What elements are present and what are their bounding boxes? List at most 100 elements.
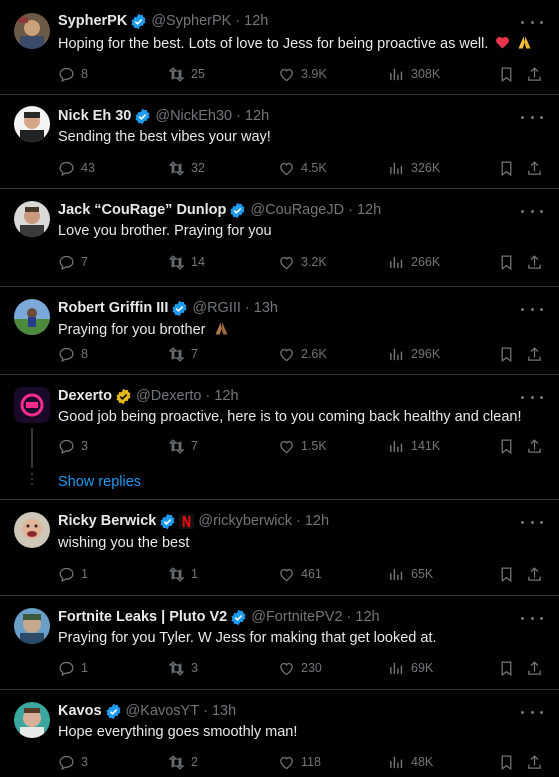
- bookmark-button[interactable]: [498, 64, 521, 84]
- show-replies-link[interactable]: Show replies: [58, 474, 141, 490]
- timestamp[interactable]: 12h: [245, 108, 269, 124]
- display-name[interactable]: Ricky Berwick: [58, 513, 156, 529]
- analytics-icon: [390, 662, 403, 674]
- reply-button[interactable]: 43: [58, 158, 95, 178]
- user-handle[interactable]: @NickEh30: [155, 108, 232, 124]
- timestamp[interactable]: 12h: [357, 202, 381, 218]
- display-name[interactable]: SypherPK: [58, 13, 127, 29]
- share-button[interactable]: [526, 564, 549, 584]
- share-button[interactable]: [526, 344, 549, 364]
- bookmark-button[interactable]: [498, 436, 521, 456]
- retweet-icon: [168, 660, 185, 676]
- like-button[interactable]: 461: [278, 564, 322, 584]
- display-name[interactable]: Jack “CouRage” Dunlop: [58, 202, 226, 218]
- avatar[interactable]: [14, 387, 50, 423]
- reply-tweet[interactable]: Jack “CouRage” Dunlop @CouRageJD · 12h L…: [0, 189, 559, 287]
- display-name[interactable]: Fortnite Leaks | Pluto V2: [58, 609, 227, 625]
- display-name[interactable]: Dexerto: [58, 388, 112, 404]
- retweet-button[interactable]: 2: [168, 752, 198, 772]
- reply-tweet[interactable]: Nick Eh 30 @NickEh30 · 12h Sending the b…: [0, 95, 559, 189]
- reply-tweet[interactable]: Kavos @KavosYT · 13h Hope everything goe…: [0, 690, 559, 776]
- timestamp[interactable]: 12h: [305, 513, 329, 529]
- user-handle[interactable]: @RGIII: [192, 300, 241, 316]
- reply-tweet[interactable]: Dexerto @Dexerto · 12h Good job being pr…: [0, 375, 559, 500]
- share-button[interactable]: [526, 436, 549, 456]
- bookmark-button[interactable]: [498, 658, 521, 678]
- avatar[interactable]: [14, 512, 50, 548]
- share-button[interactable]: [526, 752, 549, 772]
- like-button[interactable]: 3.2K: [278, 252, 327, 272]
- timestamp[interactable]: 13h: [254, 300, 278, 316]
- retweet-button[interactable]: 7: [168, 436, 198, 456]
- retweet-button[interactable]: 3: [168, 658, 198, 678]
- bookmark-button[interactable]: [498, 564, 521, 584]
- views-button[interactable]: 141K: [388, 436, 440, 456]
- like-button[interactable]: 118: [278, 752, 321, 772]
- like-button[interactable]: 1.5K: [278, 436, 327, 456]
- views-button[interactable]: 326K: [388, 158, 440, 178]
- more-options-icon[interactable]: [521, 204, 543, 218]
- like-button[interactable]: 2.6K: [278, 344, 327, 364]
- share-button[interactable]: [526, 158, 549, 178]
- reply-tweet[interactable]: Ricky Berwick @rickyberwick · 12h wishin…: [0, 500, 559, 596]
- reply-button[interactable]: 8: [58, 64, 88, 84]
- views-button[interactable]: 65K: [388, 564, 433, 584]
- more-options-icon[interactable]: [521, 110, 543, 124]
- reply-tweet[interactable]: Fortnite Leaks | Pluto V2 @FortnitePV2 ·…: [0, 596, 559, 690]
- share-button[interactable]: [526, 252, 549, 272]
- netflix-badge-icon[interactable]: [179, 513, 195, 529]
- user-handle[interactable]: @KavosYT: [126, 703, 200, 719]
- timestamp[interactable]: 12h: [214, 388, 238, 404]
- bookmark-button[interactable]: [498, 252, 521, 272]
- retweet-button[interactable]: 14: [168, 252, 205, 272]
- views-button[interactable]: 266K: [388, 252, 440, 272]
- avatar[interactable]: [14, 702, 50, 738]
- timestamp[interactable]: 13h: [212, 703, 236, 719]
- reply-tweet[interactable]: SypherPK @SypherPK · 12h Hoping for the …: [0, 0, 559, 95]
- display-name[interactable]: Kavos: [58, 703, 102, 719]
- retweet-button[interactable]: 1: [168, 564, 198, 584]
- views-button[interactable]: 308K: [388, 64, 440, 84]
- reply-button[interactable]: 3: [58, 752, 88, 772]
- user-handle[interactable]: @FortnitePV2: [251, 609, 342, 625]
- more-options-icon[interactable]: [521, 705, 543, 719]
- more-options-icon[interactable]: [521, 611, 543, 625]
- bookmark-button[interactable]: [498, 344, 521, 364]
- user-handle[interactable]: @Dexerto: [136, 388, 202, 404]
- avatar[interactable]: [14, 13, 50, 49]
- like-button[interactable]: 3.9K: [278, 64, 327, 84]
- views-button[interactable]: 48K: [388, 752, 433, 772]
- more-options-icon[interactable]: [521, 302, 543, 316]
- user-handle[interactable]: @CouRageJD: [250, 202, 344, 218]
- more-options-icon[interactable]: [521, 15, 543, 29]
- avatar[interactable]: [14, 201, 50, 237]
- reply-button[interactable]: 1: [58, 564, 88, 584]
- reply-button[interactable]: 7: [58, 252, 88, 272]
- share-button[interactable]: [526, 64, 549, 84]
- like-button[interactable]: 4.5K: [278, 158, 327, 178]
- avatar[interactable]: [14, 299, 50, 335]
- retweet-button[interactable]: 7: [168, 344, 198, 364]
- views-button[interactable]: 69K: [388, 658, 433, 678]
- like-button[interactable]: 230: [278, 658, 322, 678]
- more-options-icon[interactable]: [521, 390, 543, 404]
- avatar[interactable]: [14, 608, 50, 644]
- display-name[interactable]: Nick Eh 30: [58, 108, 131, 124]
- views-button[interactable]: 296K: [388, 344, 440, 364]
- user-handle[interactable]: @rickyberwick: [198, 513, 292, 529]
- reply-button[interactable]: 8: [58, 344, 88, 364]
- retweet-button[interactable]: 25: [168, 64, 205, 84]
- display-name[interactable]: Robert Griffin III: [58, 300, 168, 316]
- reply-tweet[interactable]: Robert Griffin III @RGIII · 13h Praying …: [0, 287, 559, 375]
- retweet-button[interactable]: 32: [168, 158, 205, 178]
- bookmark-button[interactable]: [498, 158, 521, 178]
- more-options-icon[interactable]: [521, 515, 543, 529]
- share-button[interactable]: [526, 658, 549, 678]
- reply-button[interactable]: 3: [58, 436, 88, 456]
- user-handle[interactable]: @SypherPK: [151, 13, 231, 29]
- reply-button[interactable]: 1: [58, 658, 88, 678]
- bookmark-button[interactable]: [498, 752, 521, 772]
- avatar[interactable]: [14, 106, 50, 142]
- timestamp[interactable]: 12h: [355, 609, 379, 625]
- timestamp[interactable]: 12h: [244, 13, 268, 29]
